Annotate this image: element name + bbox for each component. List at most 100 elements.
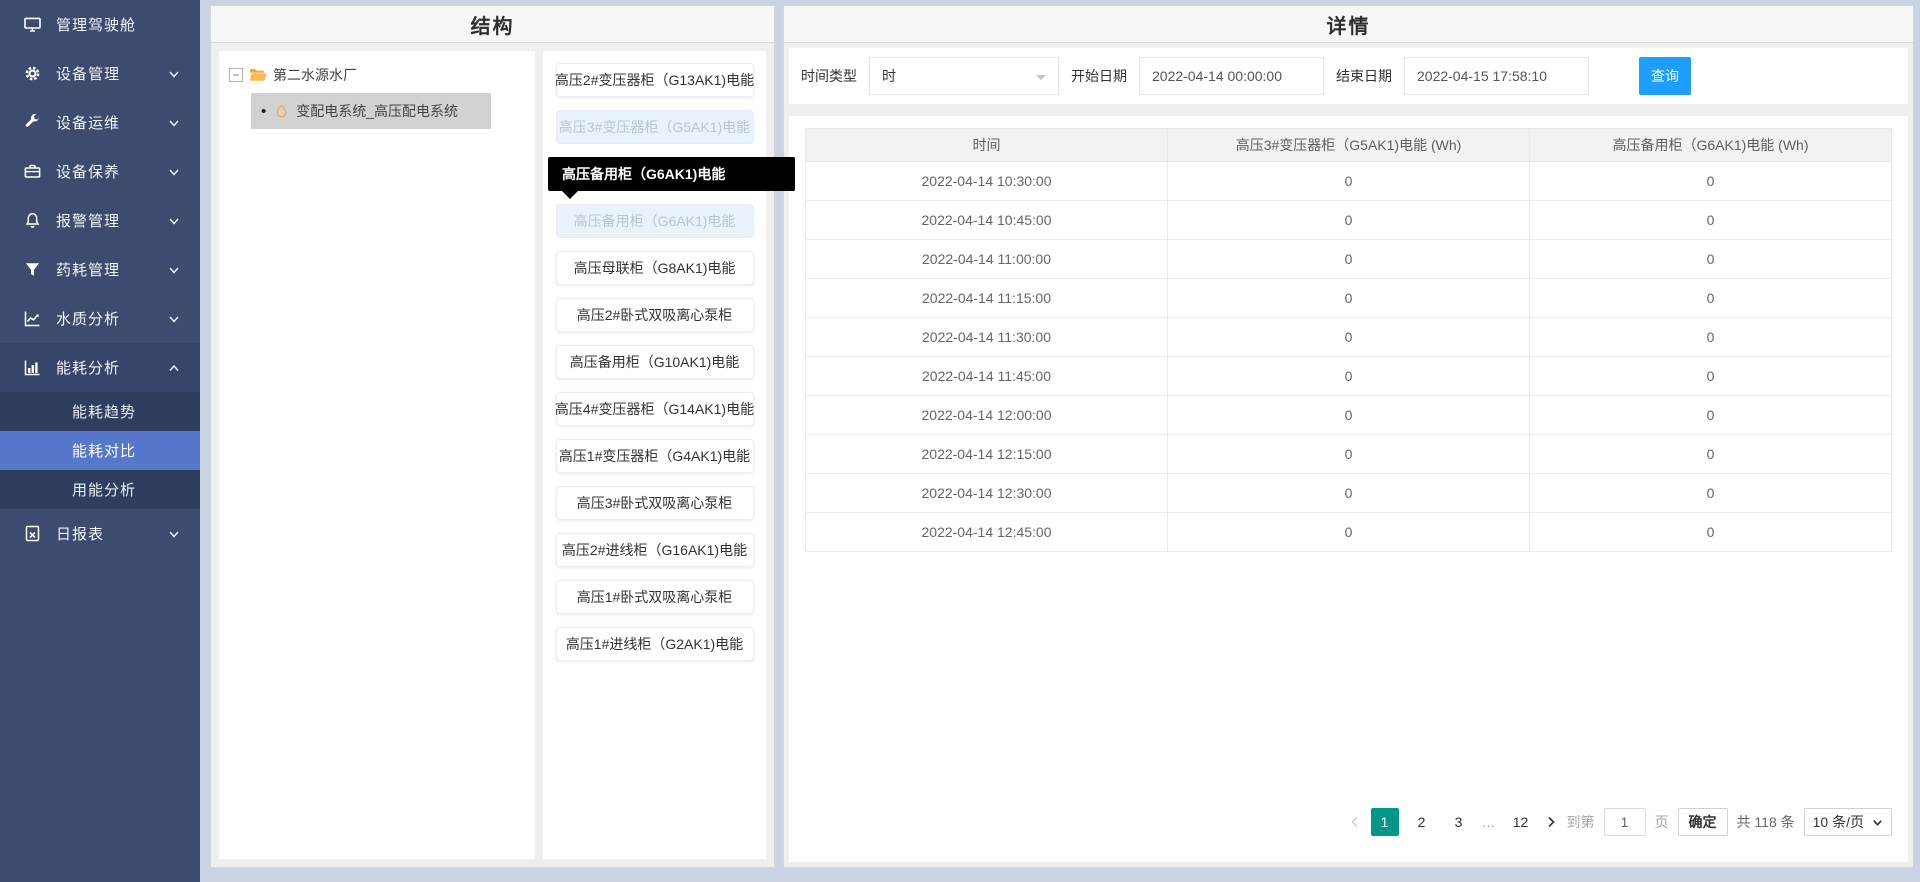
chevron-down-icon — [168, 313, 180, 325]
page-number-list: 123…12 — [1371, 808, 1535, 836]
sidebar-item[interactable]: 能耗分析 — [0, 343, 200, 392]
table-header-cell: 时间 — [806, 129, 1168, 162]
page-number-button[interactable]: 12 — [1507, 808, 1535, 836]
table-row: 2022-04-14 10:30:0000 — [806, 162, 1892, 201]
sidebar-item-label: 管理驾驶舱 — [56, 14, 180, 35]
structure-node-button[interactable]: 高压母联柜（G8AK1)电能 — [556, 251, 754, 285]
pagination-ellipsis: … — [1482, 814, 1498, 830]
gear-icon — [24, 65, 41, 82]
sidebar-subitem[interactable]: 能耗对比 — [0, 431, 200, 470]
page-number-button[interactable]: 1 — [1371, 808, 1399, 836]
sidebar-item[interactable]: 日报表 — [0, 509, 200, 558]
sidebar-item[interactable]: 设备运维 — [0, 98, 200, 147]
table-cell: 2022-04-14 11:00:00 — [806, 240, 1168, 279]
table-cell: 0 — [1530, 201, 1892, 240]
table-row: 2022-04-14 11:45:0000 — [806, 357, 1892, 396]
tree-node-label: 第二水源水厂 — [273, 65, 357, 85]
sidebar-item-label: 设备保养 — [56, 161, 168, 182]
table-cell: 0 — [1530, 396, 1892, 435]
end-date-input[interactable] — [1404, 57, 1589, 95]
table-cell: 2022-04-14 12:45:00 — [806, 513, 1168, 552]
details-panel-title: 详情 — [784, 6, 1913, 43]
table-cell: 0 — [1168, 279, 1530, 318]
goto-page-label: 到第 — [1567, 812, 1595, 832]
page-number-button[interactable]: 2 — [1408, 808, 1436, 836]
structure-node-button[interactable]: 高压3#变压器柜（G5AK1)电能 — [556, 110, 754, 144]
start-date-label: 开始日期 — [1071, 66, 1127, 86]
sidebar-item-label: 日报表 — [56, 523, 168, 544]
bar-chart-icon — [24, 359, 41, 376]
chevron-down-icon — [168, 117, 180, 129]
sidebar-item[interactable]: 管理驾驶舱 — [0, 0, 200, 49]
table-header-row: 时间高压3#变压器柜（G5AK1)电能 (Wh)高压备用柜（G6AK1)电能 (… — [806, 129, 1892, 162]
sidebar-item-label: 设备管理 — [56, 63, 168, 84]
table-row: 2022-04-14 12:45:0000 — [806, 513, 1892, 552]
structure-button-list: 高压2#变压器柜（G13AK1)电能高压3#变压器柜（G5AK1)电能高压备用柜… — [543, 51, 766, 859]
page-size-select[interactable]: 10 条/页 — [1804, 808, 1892, 836]
structure-node-button[interactable]: 高压3#卧式双吸离心泵柜 — [556, 486, 754, 520]
structure-node-button[interactable]: 高压备用柜（G10AK1)电能 — [556, 345, 754, 379]
structure-node-button[interactable]: 高压备用柜（G6AK1)电能 — [556, 204, 754, 238]
table-header-cell: 高压3#变压器柜（G5AK1)电能 (Wh) — [1168, 129, 1530, 162]
prev-page-icon[interactable] — [1348, 815, 1362, 829]
tooltip: 高压备用柜（G6AK1)电能 — [548, 157, 795, 191]
sidebar-item[interactable]: 药耗管理 — [0, 245, 200, 294]
sidebar-subitem[interactable]: 能耗趋势 — [0, 392, 200, 431]
sidebar-item[interactable]: 设备管理 — [0, 49, 200, 98]
line-chart-icon — [24, 310, 41, 327]
structure-node-button[interactable]: 高压2#进线柜（G16AK1)电能 — [556, 533, 754, 567]
structure-node-button[interactable]: 高压1#变压器柜（G4AK1)电能 — [556, 439, 754, 473]
chevron-down-icon — [1036, 75, 1046, 85]
table-cell: 2022-04-14 12:30:00 — [806, 474, 1168, 513]
structure-panel: 结构 − 第二水源水厂 • 变配电系统_高压配电系统 高压2#变压器柜（G13A… — [210, 5, 775, 868]
tree-node-root[interactable]: − 第二水源水厂 — [229, 65, 525, 85]
table-row: 2022-04-14 11:00:0000 — [806, 240, 1892, 279]
query-button[interactable]: 查询 — [1639, 57, 1691, 95]
table-cell: 0 — [1168, 357, 1530, 396]
tree-node-selected[interactable]: • 变配电系统_高压配电系统 — [251, 93, 491, 129]
structure-node-button[interactable]: 高压1#卧式双吸离心泵柜 — [556, 580, 754, 614]
sidebar-item[interactable]: 水质分析 — [0, 294, 200, 343]
sidebar: 管理驾驶舱设备管理设备运维设备保养报警管理药耗管理水质分析能耗分析能耗趋势能耗对… — [0, 0, 200, 882]
table-cell: 2022-04-14 12:00:00 — [806, 396, 1168, 435]
chevron-down-icon — [168, 215, 180, 227]
confirm-page-button[interactable]: 确定 — [1678, 808, 1728, 836]
bell-icon — [24, 212, 41, 229]
details-panel: 详情 时间类型 时 开始日期 结束日期 查询 时间高压3#变压器柜（G5AK1)… — [783, 5, 1914, 868]
chevron-down-icon — [168, 166, 180, 178]
table-cell: 0 — [1530, 162, 1892, 201]
table-cell: 0 — [1168, 435, 1530, 474]
start-date-input[interactable] — [1139, 57, 1324, 95]
structure-panel-title: 结构 — [211, 6, 774, 43]
results-table: 时间高压3#变压器柜（G5AK1)电能 (Wh)高压备用柜（G6AK1)电能 (… — [805, 128, 1892, 552]
sidebar-item[interactable]: 设备保养 — [0, 147, 200, 196]
goto-page-input[interactable] — [1604, 808, 1646, 836]
table-row: 2022-04-14 10:45:0000 — [806, 201, 1892, 240]
table-cell: 2022-04-14 11:30:00 — [806, 318, 1168, 357]
device-tree: − 第二水源水厂 • 变配电系统_高压配电系统 — [219, 51, 535, 859]
chevron-down-icon — [168, 68, 180, 80]
table-row: 2022-04-14 12:15:0000 — [806, 435, 1892, 474]
structure-node-button[interactable]: 高压2#变压器柜（G13AK1)电能 — [556, 63, 754, 97]
next-page-icon[interactable] — [1544, 815, 1558, 829]
table-cell: 0 — [1168, 201, 1530, 240]
pagination: 123…12 到第 页 确定 共 118 条 10 条/页 — [1348, 808, 1892, 836]
structure-node-button[interactable]: 高压2#卧式双吸离心泵柜 — [556, 298, 754, 332]
page-number-button[interactable]: 3 — [1445, 808, 1473, 836]
sidebar-subitem[interactable]: 用能分析 — [0, 470, 200, 509]
structure-node-button[interactable]: 高压4#变压器柜（G14AK1)电能 — [556, 392, 754, 426]
structure-node-button[interactable]: 高压1#进线柜（G2AK1)电能 — [556, 627, 754, 661]
folder-icon — [249, 67, 267, 83]
table-cell: 0 — [1168, 240, 1530, 279]
sidebar-submenu: 能耗趋势能耗对比用能分析 — [0, 392, 200, 509]
time-type-value: 时 — [882, 66, 896, 86]
sidebar-item[interactable]: 报警管理 — [0, 196, 200, 245]
tree-collapse-icon[interactable]: − — [229, 68, 243, 82]
table-cell: 0 — [1168, 396, 1530, 435]
funnel-icon — [24, 261, 41, 278]
time-type-select[interactable]: 时 — [869, 57, 1059, 95]
table-header-cell: 高压备用柜（G6AK1)电能 (Wh) — [1530, 129, 1892, 162]
filter-bar: 时间类型 时 开始日期 结束日期 查询 — [789, 48, 1908, 104]
sidebar-item-label: 报警管理 — [56, 210, 168, 231]
total-count-label: 共 118 条 — [1737, 812, 1795, 832]
